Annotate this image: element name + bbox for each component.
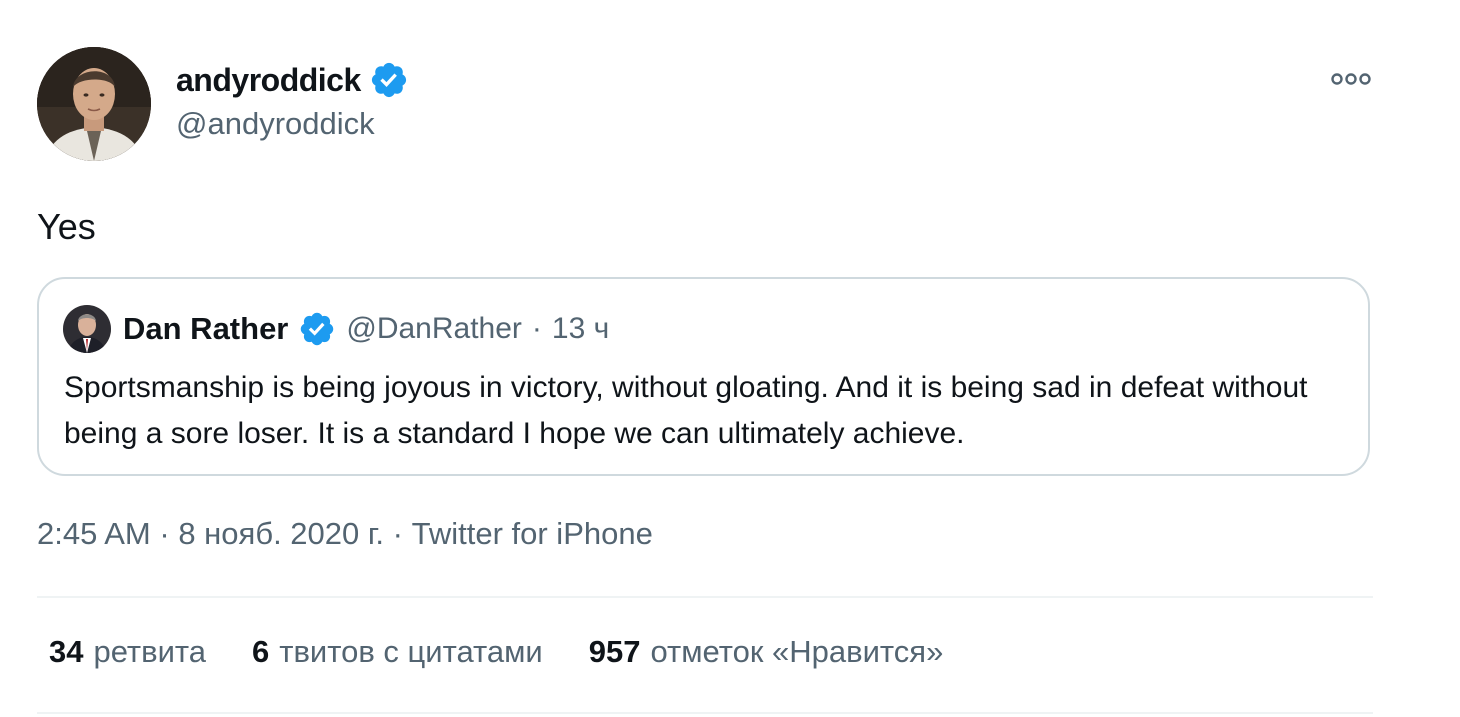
likes-label: отметок «Нравится» <box>650 634 944 669</box>
quote-tweets-label: твитов с цитатами <box>279 634 543 669</box>
quoted-author-avatar-image <box>63 305 111 353</box>
tweet-time[interactable]: 2:45 AM <box>37 516 151 551</box>
tweet-stats: 34 ретвита 6 твитов с цитатами 957 отмет… <box>49 634 989 670</box>
tweet-date[interactable]: 8 нояб. 2020 г. <box>178 516 384 551</box>
verified-badge-icon <box>298 310 336 348</box>
quoted-author-name[interactable]: Dan Rather <box>123 311 288 347</box>
meta-separator: · <box>159 516 170 551</box>
verified-badge-icon <box>369 60 409 100</box>
meta-separator: · <box>392 516 403 551</box>
quoted-tweet-time[interactable]: 13 ч <box>552 312 609 346</box>
retweets-label: ретвита <box>93 634 207 669</box>
author-name[interactable]: andyroddick <box>176 62 361 99</box>
likes-count: 957 <box>588 634 641 669</box>
quote-tweets-count: 6 <box>252 634 270 669</box>
likes-stat[interactable]: 957 отметок «Нравится» <box>589 634 944 670</box>
quoted-tweet-text: Sportsmanship is being joyous in victory… <box>64 371 1308 450</box>
more-options-icon <box>1331 73 1371 85</box>
author-handle[interactable]: @andyroddick <box>176 106 375 142</box>
quoted-tweet-card[interactable]: Dan Rather @DanRather · 13 ч Sportsmansh… <box>37 277 1370 476</box>
divider <box>37 712 1373 714</box>
retweets-stat[interactable]: 34 ретвита <box>49 634 206 670</box>
tweet-meta: 2:45 AM · 8 нояб. 2020 г. · Twitter for … <box>37 516 653 552</box>
quoted-author-handle[interactable]: @DanRather <box>346 312 522 346</box>
quoted-author-avatar[interactable] <box>63 305 111 353</box>
quote-tweets-stat[interactable]: 6 твитов с цитатами <box>252 634 543 670</box>
divider <box>37 596 1373 598</box>
more-options-button[interactable] <box>1326 62 1376 96</box>
tweet-text: Yes <box>37 206 96 247</box>
quoted-tweet-header: Dan Rather @DanRather · 13 ч <box>63 305 609 353</box>
retweets-count: 34 <box>49 634 84 669</box>
author-avatar-image <box>37 47 151 161</box>
author-name-row[interactable]: andyroddick <box>176 60 409 100</box>
quoted-separator: · <box>531 312 542 345</box>
author-avatar[interactable] <box>37 47 151 161</box>
tweet-detail: andyroddick @andyroddick Yes Dan Rather … <box>0 0 1460 717</box>
tweet-source-link[interactable]: Twitter for iPhone <box>412 516 653 551</box>
